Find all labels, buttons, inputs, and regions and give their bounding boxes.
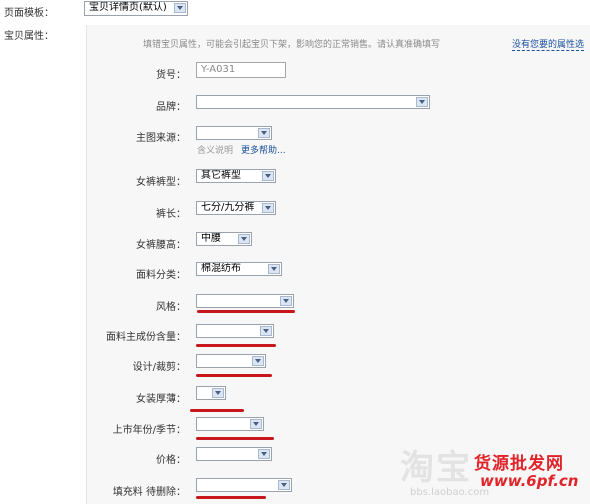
fabric-value: 棉混纺布	[201, 263, 241, 274]
pants-len-select[interactable]: 七分/九分裤	[196, 201, 276, 215]
main-img-hint: 含义说明	[197, 146, 234, 156]
required-underline	[196, 374, 272, 377]
site-watermark: bbs.laobao.com	[410, 487, 490, 498]
chevron-down-icon	[258, 128, 270, 138]
style-label: 风格：	[156, 302, 186, 313]
required-underline	[196, 437, 274, 440]
fabric-select[interactable]: 棉混纺布	[196, 262, 282, 276]
pants-type-select[interactable]: 其它裤型	[196, 169, 276, 183]
waist-label: 女裤腰高：	[136, 240, 186, 251]
thickness-label: 女装厚薄：	[136, 394, 186, 405]
item-no-label: 货号：	[156, 70, 186, 81]
chevron-down-icon	[268, 264, 280, 274]
season-select[interactable]	[196, 417, 264, 431]
pants-len-value: 七分/九分裤	[201, 202, 255, 213]
season-label: 上市年份/季节：	[112, 425, 186, 436]
chevron-down-icon	[262, 171, 274, 181]
chevron-down-icon	[258, 449, 270, 459]
required-underline	[196, 496, 266, 499]
template-select-value: 宝贝详情页(默认)	[89, 2, 167, 13]
attr-label: 宝贝属性：	[4, 31, 54, 42]
thickness-select[interactable]	[196, 386, 226, 400]
brand-watermark-cn: 货源批发网	[474, 454, 564, 474]
fabric-label: 面料分类：	[136, 270, 186, 281]
brand-select[interactable]	[196, 95, 430, 109]
style-select[interactable]	[196, 294, 294, 308]
chevron-down-icon	[260, 326, 272, 336]
design-select[interactable]	[196, 354, 266, 368]
required-underline	[197, 310, 295, 313]
price-label: 价格：	[156, 455, 186, 466]
chevron-down-icon	[212, 388, 224, 398]
chevron-down-icon	[238, 234, 250, 244]
price-select[interactable]	[196, 447, 272, 461]
filler-label: 填充料 待删除：	[112, 487, 186, 498]
brand-watermark-url: www.6pf.cn	[480, 472, 579, 490]
composition-select[interactable]	[196, 324, 274, 338]
chevron-down-icon	[416, 97, 428, 107]
main-img-select[interactable]	[196, 126, 272, 140]
waist-value: 中腰	[201, 233, 221, 244]
pants-type-value: 其它裤型	[201, 170, 241, 181]
main-img-label: 主图来源：	[136, 133, 186, 144]
filler-select[interactable]	[196, 478, 292, 492]
composition-label: 面料主成份含量：	[106, 332, 186, 343]
template-label: 页面模板：	[4, 8, 54, 19]
chevron-down-icon	[250, 419, 262, 429]
chevron-down-icon	[252, 356, 264, 366]
pants-type-label: 女裤裤型：	[136, 177, 186, 188]
required-underline	[190, 409, 244, 412]
taobao-watermark-logo: 淘宝	[400, 448, 472, 488]
chevron-down-icon	[278, 480, 290, 490]
pants-len-label: 裤长：	[156, 209, 186, 220]
chevron-down-icon	[280, 296, 292, 306]
notice-text: 填错宝贝属性，可能会引起宝贝下架，影响您的正常销售。请认真准确填写	[143, 40, 441, 50]
chevron-down-icon	[262, 203, 274, 213]
item-no-input[interactable]: Y-A031	[196, 62, 286, 78]
brand-label: 品牌：	[156, 102, 186, 113]
more-help-link[interactable]: 更多帮助...	[241, 143, 286, 156]
chevron-down-icon	[174, 3, 186, 13]
design-label: 设计/裁剪：	[132, 362, 186, 373]
waist-select[interactable]: 中腰	[196, 232, 252, 246]
required-underline	[196, 344, 276, 347]
template-select[interactable]: 宝贝详情页(默认)	[84, 1, 188, 16]
missing-attr-link[interactable]: 没有您要的属性选	[512, 37, 585, 51]
